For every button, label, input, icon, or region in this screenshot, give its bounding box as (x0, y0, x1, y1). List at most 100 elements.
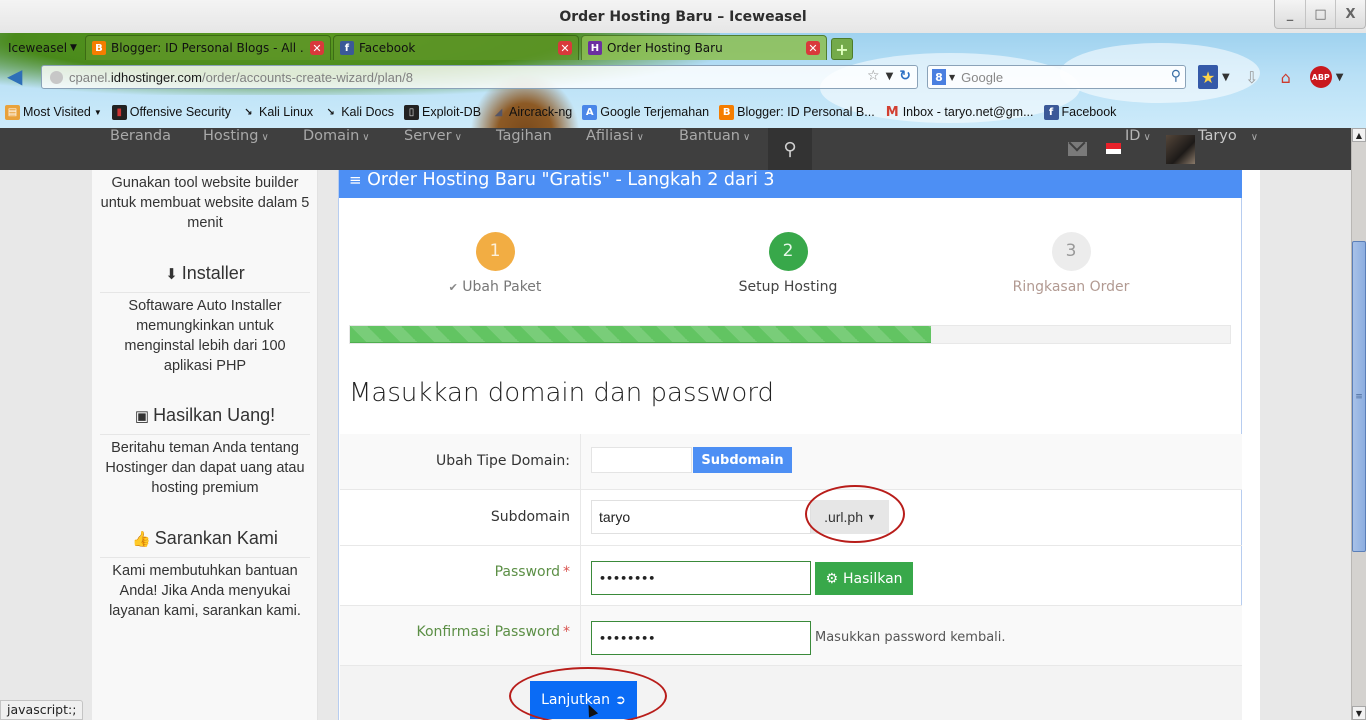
offsec-icon: ▮ (111, 104, 127, 120)
chevron-down-icon: ∨ (261, 132, 269, 143)
blogger-icon: B (719, 104, 735, 120)
row-divider (580, 490, 581, 545)
form-row-confirm-password: Konfirmasi Password * •••••••• Masukkan p… (340, 606, 1242, 666)
nav-tagihan[interactable]: Tagihan (496, 128, 552, 170)
maximize-button[interactable]: □ (1305, 0, 1335, 28)
bookmark-facebook[interactable]: f Facebook (1043, 104, 1117, 120)
suffix-label: .url.ph (824, 509, 863, 525)
gmail-icon: M (885, 104, 899, 120)
language-selector[interactable]: ID ∨ (1125, 128, 1151, 170)
subdomain-input[interactable]: taryo (591, 500, 811, 534)
nav-label: Server (404, 128, 452, 144)
bookmark-kali-linux[interactable]: ↘ Kali Linux (241, 105, 313, 120)
bookmark-most-visited[interactable]: ▤ Most Visited ▼ (5, 104, 102, 120)
minimize-button[interactable]: _ (1275, 0, 1305, 28)
close-window-button[interactable]: X (1335, 0, 1365, 28)
form-title: Masukkan domain dan password (349, 378, 774, 408)
tab-label: Facebook (358, 41, 416, 55)
wizard-step-1[interactable]: 1 ✔ Ubah Paket (375, 232, 615, 295)
kali-icon: ↘ (244, 106, 253, 118)
close-tab-icon[interactable]: ✕ (557, 41, 572, 55)
chevron-down-icon[interactable]: ▼ (886, 71, 894, 82)
panel-title: Order Hosting Baru "Gratis" - Langkah 2 … (367, 170, 775, 190)
bookmark-offensive-security[interactable]: ▮ Offensive Security (111, 104, 231, 120)
url-domain: idhostinger.com (110, 69, 202, 85)
nav-label: Hosting (203, 128, 259, 144)
downloads-icon[interactable]: ⇩ (1242, 65, 1262, 89)
field-label-text: Password (494, 564, 560, 580)
bookmark-exploit-db[interactable]: ▯ Exploit-DB (403, 104, 481, 120)
user-avatar[interactable] (1166, 135, 1195, 164)
confirm-password-input[interactable]: •••••••• (591, 621, 811, 655)
magnifier-icon[interactable]: ⚲ (1171, 68, 1181, 84)
indonesia-flag-icon (1106, 143, 1121, 154)
bookmark-blogger[interactable]: B Blogger: ID Personal B... (719, 104, 875, 120)
bookmark-label: Blogger: ID Personal B... (737, 105, 875, 119)
continue-button[interactable]: Lanjutkan ➲ (530, 681, 637, 719)
nav-server[interactable]: Server ∨ (404, 128, 462, 170)
search-icon[interactable]: ⚲ (768, 128, 812, 170)
home-icon[interactable]: ⌂ (1274, 65, 1298, 89)
url-prefix: cpanel. (69, 69, 111, 85)
star-bookmark-icon[interactable]: ☆ (867, 68, 880, 84)
form-row-password: Password * •••••••• ⚙ Hasilkan (340, 546, 1242, 606)
nav-label: Bantuan (679, 128, 740, 144)
nav-domain[interactable]: Domain ∨ (303, 128, 370, 170)
app-menu-button[interactable]: Iceweasel ▼ (0, 35, 83, 60)
user-menu[interactable]: Taryo ∨ (1198, 128, 1258, 170)
page-background (0, 170, 92, 720)
chevron-down-icon[interactable]: ▼ (949, 73, 955, 82)
confirm-password-help: Masukkan password kembali. (815, 630, 1006, 645)
menu-lines-icon: ≡ (349, 171, 362, 189)
gear-icon: ⚙ (825, 570, 839, 587)
tab-blogger[interactable]: B Blogger: ID Personal Blogs - All ... ✕ (84, 35, 331, 60)
url-bar[interactable]: cpanel.idhostinger.com/order/accounts-cr… (41, 65, 918, 89)
chevron-down-icon[interactable]: ▼ (1222, 65, 1230, 89)
nav-hosting[interactable]: Hosting ∨ (203, 128, 269, 170)
bookmark-label: Kali Docs (341, 105, 394, 119)
domain-type-option-subdomain[interactable]: Subdomain (693, 447, 792, 473)
required-marker: * (563, 564, 570, 580)
scroll-up-arrow-icon[interactable]: ▲ (1352, 128, 1366, 142)
reload-icon[interactable]: ↻ (899, 68, 911, 84)
domain-suffix-dropdown[interactable]: .url.ph ▼ (811, 500, 889, 534)
close-tab-icon[interactable]: ✕ (309, 41, 324, 55)
nav-afiliasi[interactable]: Afiliasi ∨ (586, 128, 644, 170)
scroll-down-arrow-icon[interactable]: ▼ (1352, 706, 1366, 720)
page-gutter (1242, 170, 1260, 720)
sidebar-heading-label: Installer (181, 263, 245, 283)
bookmarks-menu-icon[interactable]: ★ (1198, 65, 1218, 89)
back-arrow-icon[interactable]: ◀ (7, 66, 29, 88)
nav-beranda[interactable]: Beranda (110, 128, 171, 170)
facebook-icon: f (1043, 104, 1059, 120)
nav-bantuan[interactable]: Bantuan ∨ (679, 128, 750, 170)
step-number: 1 (475, 232, 515, 271)
caret-down-icon: ▼ (867, 512, 876, 522)
bookmark-google-terjemahan[interactable]: A Google Terjemahan (582, 104, 709, 120)
check-icon: ✔ (448, 281, 458, 294)
tab-order-hosting[interactable]: H Order Hosting Baru ✕ (580, 35, 827, 60)
chevron-down-icon: ∨ (742, 132, 751, 143)
new-tab-button[interactable]: + (830, 38, 853, 60)
adblock-plus-icon[interactable]: ABP (1309, 66, 1332, 88)
scrollbar-thumb[interactable]: ≡ (1352, 241, 1366, 552)
mail-icon[interactable] (1068, 142, 1087, 156)
chevron-down-icon[interactable]: ▼ (1336, 65, 1344, 89)
domain-type-option-domain[interactable] (591, 447, 692, 473)
generate-password-button[interactable]: ⚙ Hasilkan (815, 562, 913, 595)
bookmark-gmail-inbox[interactable]: M Inbox - taryo.net@gm... (885, 105, 1034, 120)
site-navbar: Beranda Hosting ∨ Domain ∨ Server ∨ Tagihan… (0, 128, 1351, 170)
bookmark-kali-docs[interactable]: ↘ Kali Docs (323, 105, 394, 120)
search-bar[interactable]: 8 ▼ Google ⚲ (927, 65, 1186, 89)
close-tab-icon[interactable]: ✕ (805, 41, 820, 55)
tab-facebook[interactable]: f Facebook ✕ (332, 35, 579, 60)
thumbs-up-icon: 👍 (132, 531, 151, 548)
bookmark-aircrack-ng[interactable]: ◢ Aircrack-ng (491, 105, 573, 120)
field-label: Password * (340, 564, 570, 580)
bookmark-label: Facebook (1061, 105, 1117, 119)
vertical-scrollbar[interactable]: ▲ ≡ ▼ (1351, 128, 1366, 720)
row-divider (580, 434, 581, 489)
google-search-engine-icon[interactable]: 8 (932, 69, 946, 85)
window-controls: _ □ X (1274, 0, 1366, 29)
password-input[interactable]: •••••••• (591, 561, 811, 595)
